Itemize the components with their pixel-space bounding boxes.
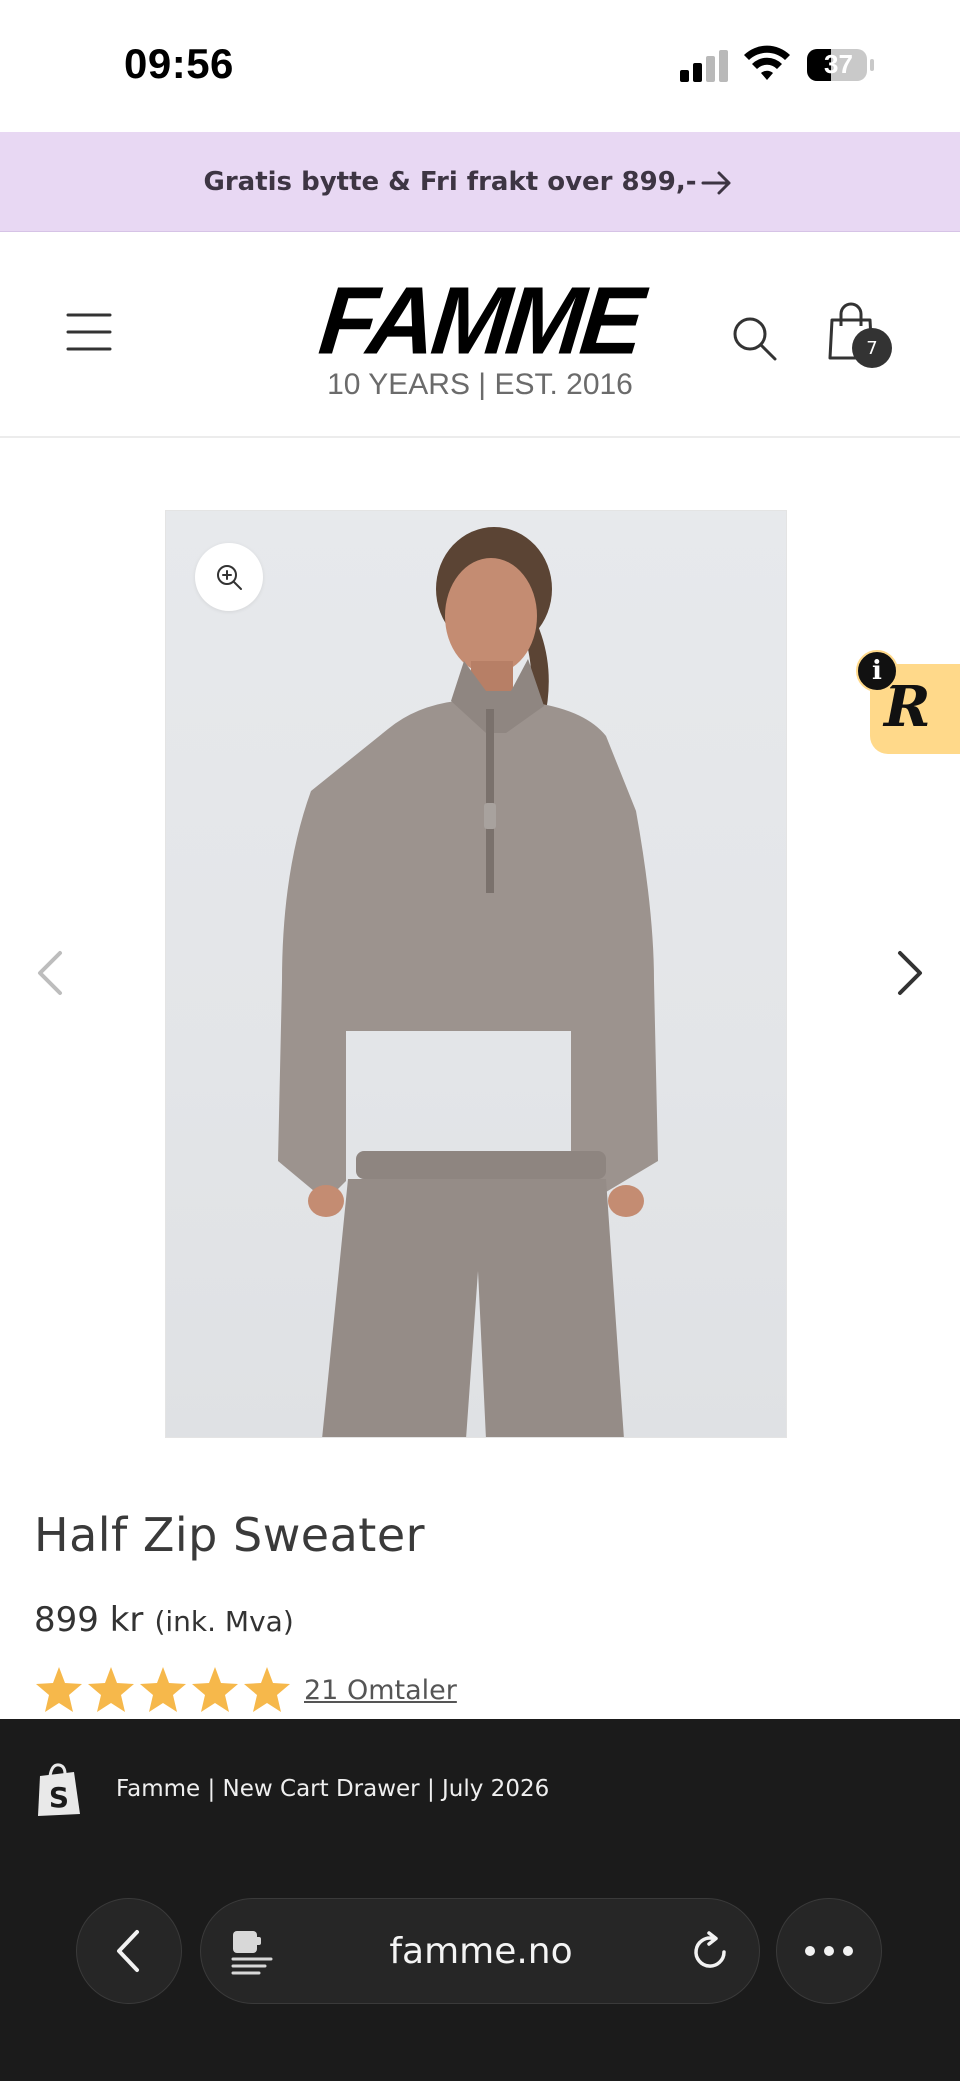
model-sweater-illustration	[278, 527, 658, 1437]
svg-text:S: S	[49, 1781, 69, 1814]
info-icon[interactable]: i	[856, 650, 898, 692]
rating-row: 21 Omtaler	[34, 1662, 457, 1718]
more-options-button[interactable]	[776, 1898, 882, 2004]
cart-count-badge[interactable]: 7	[852, 328, 892, 368]
star-icon	[192, 1667, 238, 1712]
logo-wordmark: FAMME	[314, 266, 646, 375]
arrow-right-icon[interactable]	[700, 166, 734, 200]
shop-banner-text[interactable]: Famme | New Cart Drawer | July 2026	[116, 1776, 549, 1802]
wifi-icon	[744, 45, 790, 80]
price-vat-note: (ink. Mva)	[154, 1605, 294, 1638]
chevron-right-icon[interactable]	[890, 948, 930, 998]
product-gallery	[0, 438, 960, 1438]
reviews-link[interactable]: 21 Omtaler	[304, 1675, 457, 1706]
url-text: famme.no	[389, 1931, 573, 1972]
battery-icon: 37	[806, 47, 876, 83]
cellular-signal-icon	[680, 50, 728, 82]
search-icon[interactable]	[730, 314, 778, 362]
product-image[interactable]	[165, 510, 787, 1438]
announcement-text: Gratis bytte & Fri frakt over 899,-	[203, 166, 697, 197]
status-time: 09:56	[124, 40, 234, 87]
product-price: 899 kr	[34, 1600, 144, 1640]
price-row: 899 kr (ink. Mva)	[34, 1600, 294, 1640]
site-header: FAMME 10 YEARS | EST. 2016 7	[0, 232, 960, 438]
status-bar: 09:56 37	[0, 0, 960, 132]
star-icon	[140, 1667, 186, 1712]
chevron-left-icon[interactable]	[30, 948, 70, 998]
announcement-bar[interactable]: Gratis bytte & Fri frakt over 899,-	[0, 132, 960, 232]
ellipsis-icon	[805, 1946, 853, 1956]
site-logo[interactable]: FAMME 10 YEARS | EST. 2016	[315, 267, 646, 406]
back-button[interactable]	[76, 1898, 182, 2004]
shopify-bag-icon: S	[38, 1763, 80, 1816]
reload-icon[interactable]	[689, 1931, 731, 1973]
star-icon	[88, 1667, 134, 1712]
product-title: Half Zip Sweater	[34, 1508, 426, 1562]
battery-level: 37	[824, 49, 853, 79]
zoom-button[interactable]	[195, 543, 263, 611]
hamburger-menu-icon[interactable]	[66, 312, 112, 352]
star-icon	[36, 1667, 82, 1712]
star-icon	[244, 1667, 290, 1712]
zoom-in-icon	[217, 565, 242, 590]
chevron-left-icon	[117, 1930, 139, 1972]
star-rating	[34, 1665, 294, 1715]
address-bar[interactable]: famme.no	[200, 1898, 760, 2004]
